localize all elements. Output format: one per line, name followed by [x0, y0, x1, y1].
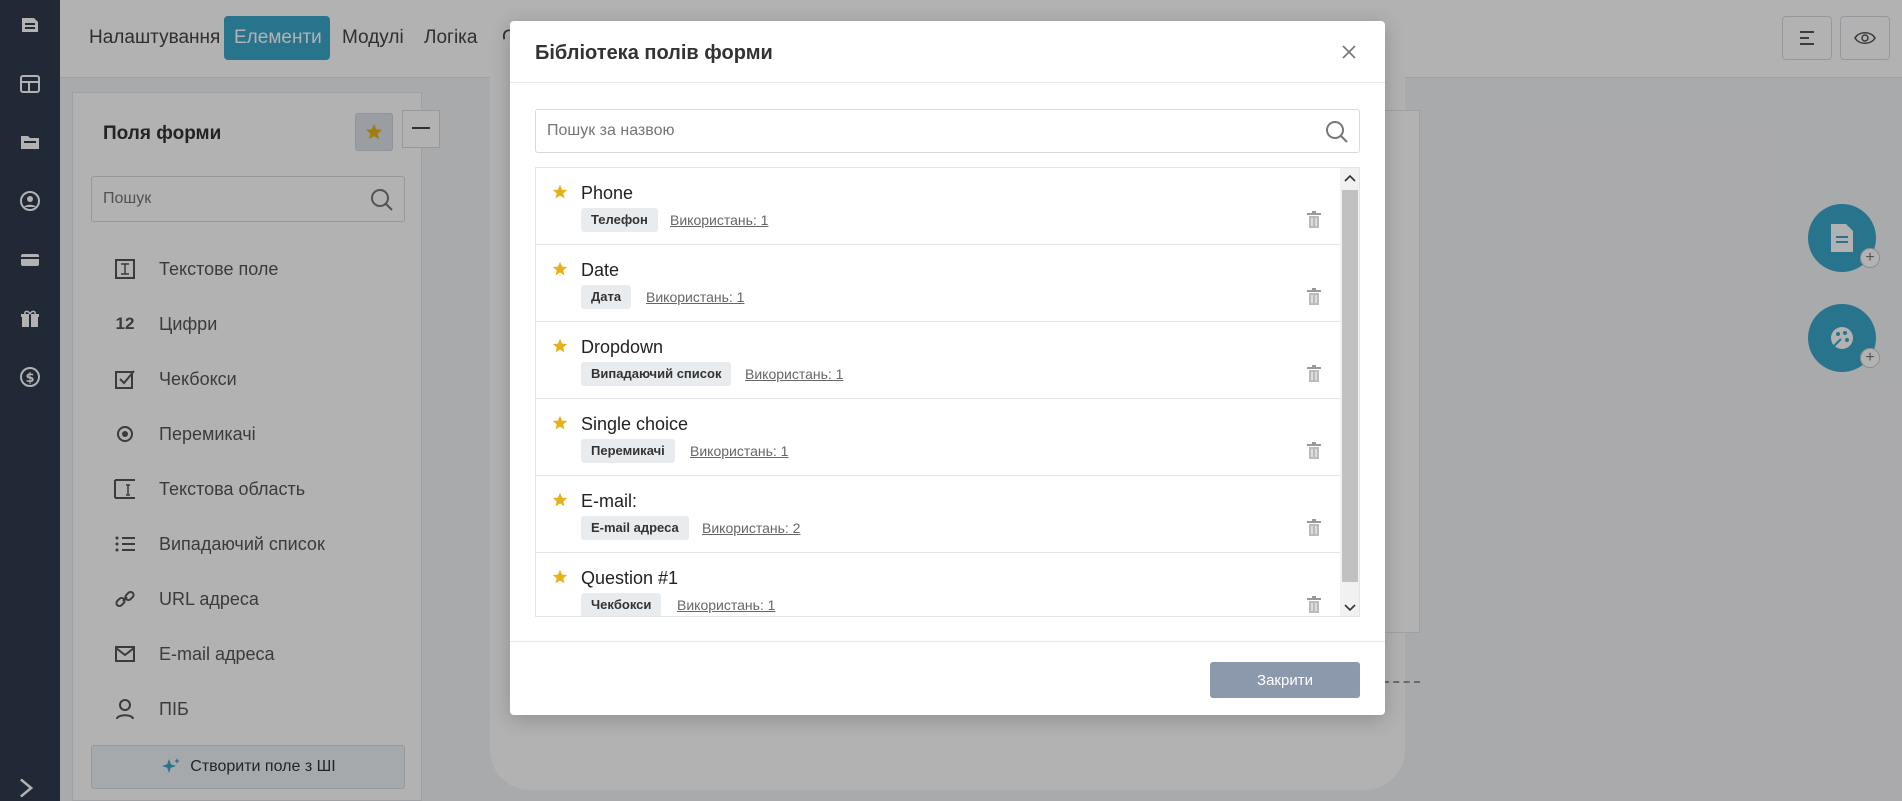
star-icon[interactable] [552, 569, 568, 585]
list-item[interactable]: Question #1 Чекбокси Використань: 1 [536, 553, 1340, 616]
chevron-down-icon [1344, 604, 1356, 612]
library-search [535, 109, 1360, 153]
field-type-badge: Дата [581, 285, 632, 309]
close-button[interactable]: Закрити [1210, 662, 1360, 698]
field-type-badge: Телефон [581, 208, 658, 232]
trash-icon[interactable] [1306, 211, 1322, 229]
modal-close-button[interactable] [1338, 41, 1360, 63]
field-name: Question #1 [581, 568, 679, 588]
star-icon[interactable] [552, 415, 568, 431]
usage-link[interactable]: Використань: 1 [646, 289, 744, 305]
trash-icon[interactable] [1306, 596, 1322, 614]
field-type-badge: Перемикачі [581, 439, 675, 463]
star-icon[interactable] [552, 261, 568, 277]
usage-link[interactable]: Використань: 1 [745, 366, 843, 382]
chevron-up-icon [1344, 174, 1356, 182]
field-name: E-mail: [581, 491, 638, 511]
trash-icon[interactable] [1306, 442, 1322, 460]
list-item[interactable]: Date Дата Використань: 1 [536, 245, 1340, 322]
list-item[interactable]: Phone Телефон Використань: 1 [536, 168, 1340, 245]
field-type-badge: Випадаючий список [581, 362, 732, 386]
list-item[interactable]: E-mail: E-mail адреса Використань: 2 [536, 476, 1340, 553]
list-scrollbar[interactable] [1340, 168, 1359, 616]
field-name: Dropdown [581, 337, 664, 357]
modal-title: Бібліотека полів форми [535, 42, 773, 64]
search-icon[interactable] [1325, 120, 1349, 144]
field-type-badge: E-mail адреса [581, 516, 689, 540]
star-icon[interactable] [552, 492, 568, 508]
field-name: Date [581, 260, 620, 280]
scroll-down-button[interactable] [1340, 598, 1359, 616]
library-search-input[interactable] [536, 110, 1359, 152]
list-item[interactable]: Single choice Перемикачі Використань: 1 [536, 399, 1340, 476]
trash-icon[interactable] [1306, 365, 1322, 383]
star-icon[interactable] [552, 338, 568, 354]
usage-link[interactable]: Використань: 1 [670, 212, 768, 228]
trash-icon[interactable] [1306, 288, 1322, 306]
star-icon[interactable] [552, 184, 568, 200]
trash-icon[interactable] [1306, 519, 1322, 537]
close-icon [1342, 45, 1356, 59]
field-name: Phone [581, 183, 634, 203]
usage-link[interactable]: Використань: 1 [690, 443, 788, 459]
field-library-modal: Бібліотека полів форми Phone Телефон Вик… [510, 21, 1385, 715]
scroll-up-button[interactable] [1340, 168, 1359, 188]
library-field-list: Phone Телефон Використань: 1 Date Дата В… [535, 167, 1360, 617]
field-name: Single choice [581, 414, 689, 434]
modal-header: Бібліотека полів форми [510, 21, 1385, 83]
scroll-thumb[interactable] [1342, 190, 1358, 582]
list-item[interactable]: Dropdown Випадаючий список Використань: … [536, 322, 1340, 399]
field-type-badge: Чекбокси [581, 593, 662, 616]
usage-link[interactable]: Використань: 2 [702, 520, 800, 536]
usage-link[interactable]: Використань: 1 [677, 597, 775, 613]
